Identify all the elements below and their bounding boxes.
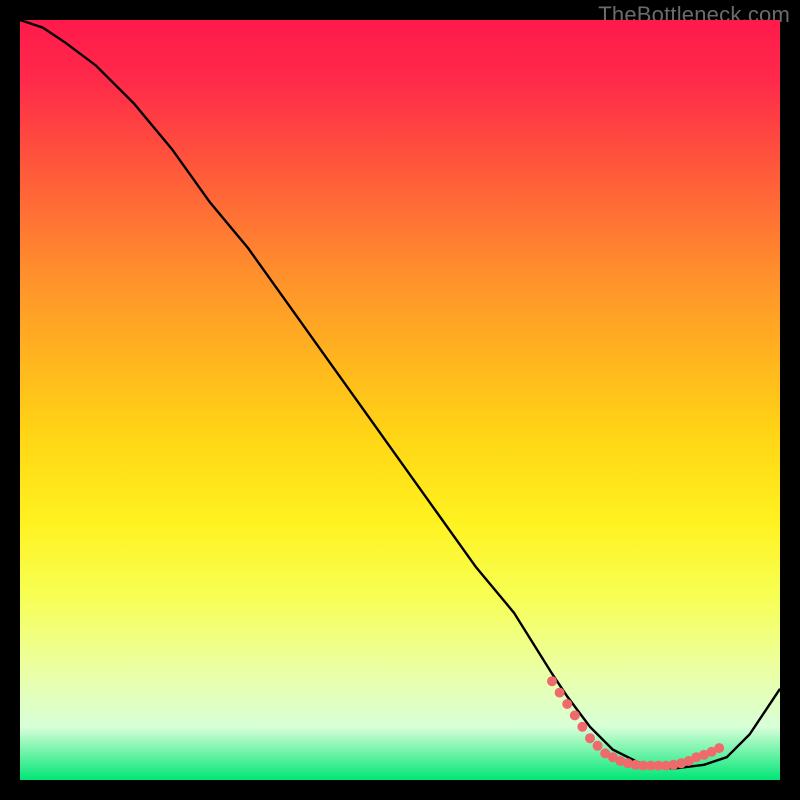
marker-dot [555, 688, 565, 698]
chart-frame: TheBottleneck.com [0, 0, 800, 800]
curve-svg [20, 20, 780, 780]
dotted-segment-group [547, 676, 724, 770]
marker-dot [585, 733, 595, 743]
main-curve-path [20, 20, 780, 769]
marker-dot [547, 676, 557, 686]
marker-dot [593, 741, 603, 751]
marker-dot [562, 699, 572, 709]
marker-dot [714, 743, 724, 753]
marker-dot [570, 710, 580, 720]
plot-area [20, 20, 780, 780]
marker-dot [577, 722, 587, 732]
